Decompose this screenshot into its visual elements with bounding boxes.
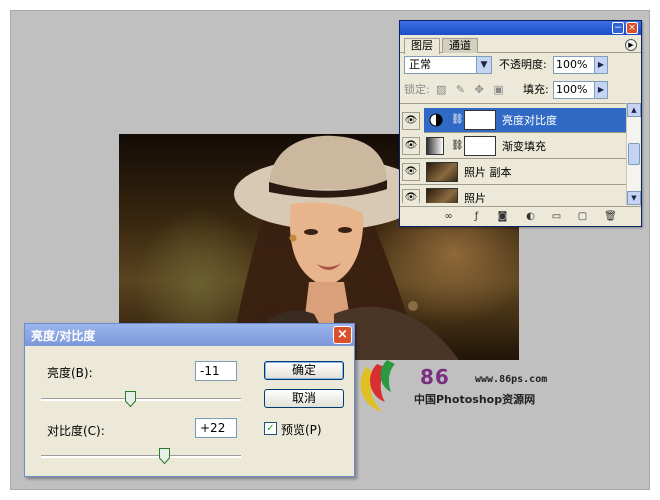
minimize-icon[interactable]: −	[612, 22, 624, 34]
watermark-logo	[360, 360, 395, 412]
lock-label: 锁定:	[404, 83, 430, 96]
fill-label: 填充:	[523, 83, 549, 96]
adjustment-layer-icon	[428, 112, 444, 128]
layer-name: 渐变填充	[502, 140, 546, 153]
link-layers-icon[interactable]: ∞	[442, 211, 455, 223]
dialog-titlebar[interactable]: 亮度/对比度 ×	[25, 324, 354, 346]
blend-mode-value: 正常	[409, 58, 431, 71]
layer-mask-thumbnail[interactable]	[464, 110, 496, 130]
watermark-text: 中国Photoshop资源网	[414, 393, 536, 406]
layer-row[interactable]: ⛓ 亮度对比度	[424, 108, 628, 133]
lock-options-icon[interactable]: ▨ ✎ ✥ ▣	[436, 83, 507, 96]
contrast-input[interactable]: +22	[195, 418, 237, 438]
new-adjustment-icon[interactable]: ◐	[524, 211, 537, 223]
layer-list: ⛓ 亮度对比度 👁 👁 ⛓ 渐变填充 👁 照片 副本 👁 照片	[400, 103, 628, 203]
layers-panel-tabs: 图层 通道 ▶	[400, 35, 641, 54]
scroll-thumb[interactable]	[628, 143, 640, 165]
brightness-slider-thumb[interactable]	[125, 391, 136, 407]
link-icon[interactable]: ⛓	[451, 114, 464, 125]
link-icon[interactable]: ⛓	[451, 140, 464, 151]
new-group-icon[interactable]: ▭	[550, 211, 563, 223]
preview-label[interactable]: 预览(P)	[281, 421, 322, 438]
brightness-label: 亮度(B):	[47, 366, 93, 380]
ok-button[interactable]: 确定	[264, 361, 344, 380]
scroll-down-icon[interactable]: ▼	[627, 191, 641, 205]
cancel-button[interactable]: 取消	[264, 389, 344, 408]
trash-icon[interactable]: 🗑	[604, 211, 617, 223]
layer-row[interactable]: 👁 照片 副本	[400, 160, 628, 185]
layer-name: 照片 副本	[464, 166, 512, 179]
layer-thumbnail	[426, 188, 458, 203]
contrast-slider-track[interactable]	[41, 455, 241, 458]
close-icon[interactable]: ×	[333, 326, 352, 344]
layer-mask-thumbnail[interactable]	[464, 136, 496, 156]
blend-mode-select[interactable]: 正常 ▼	[404, 56, 492, 74]
panel-menu-icon[interactable]: ▶	[625, 39, 637, 51]
opacity-input[interactable]: 100%	[553, 56, 595, 74]
tab-channels[interactable]: 通道	[442, 38, 478, 53]
layer-thumbnail	[426, 162, 458, 182]
gradient-layer-icon	[426, 137, 444, 155]
dialog-title: 亮度/对比度	[31, 329, 96, 343]
layer-name: 照片	[464, 192, 486, 203]
chevron-down-icon[interactable]: ▼	[476, 57, 491, 73]
brightness-slider-track[interactable]	[41, 398, 241, 401]
visibility-eye-icon[interactable]: 👁	[402, 189, 420, 203]
contrast-slider-thumb[interactable]	[159, 448, 170, 464]
visibility-eye-icon[interactable]: 👁	[402, 163, 420, 181]
scroll-up-icon[interactable]: ▲	[627, 103, 641, 117]
close-icon[interactable]: ×	[626, 22, 638, 34]
layers-panel-footer: ∞ ƒ ◙ ◐ ▭ ▢ 🗑	[400, 206, 641, 226]
preview-checkbox[interactable]: ✓	[264, 422, 277, 435]
layers-panel: − × 图层 通道 ▶ 正常 ▼ 不透明度: 100% ▶ 锁定: ▨ ✎ ✥ …	[399, 20, 642, 227]
watermark-url: www.86ps.com	[475, 374, 548, 385]
layer-style-icon[interactable]: ƒ	[470, 211, 483, 223]
fill-input[interactable]: 100%	[553, 81, 595, 99]
watermark-number: 86	[420, 365, 450, 389]
layer-name: 亮度对比度	[502, 114, 557, 127]
layer-row[interactable]: 👁 ⛓ 渐变填充	[400, 134, 628, 159]
fill-arrow-icon[interactable]: ▶	[594, 81, 608, 99]
visibility-eye-icon[interactable]: 👁	[402, 137, 420, 155]
opacity-arrow-icon[interactable]: ▶	[594, 56, 608, 74]
contrast-label: 对比度(C):	[47, 424, 105, 438]
opacity-label: 不透明度:	[499, 58, 547, 71]
layers-panel-titlebar[interactable]: − ×	[400, 21, 641, 35]
new-layer-icon[interactable]: ▢	[576, 211, 589, 223]
brightness-input[interactable]: -11	[195, 361, 237, 381]
layer-row[interactable]: 👁 照片	[400, 186, 628, 203]
brightness-contrast-dialog: 亮度/对比度 × 亮度(B): -11 对比度(C): +22 确定 取消 ✓ …	[24, 323, 355, 477]
layers-scrollbar[interactable]: ▲ ▼	[626, 103, 641, 205]
tab-layers[interactable]: 图层	[404, 38, 440, 54]
visibility-eye-icon[interactable]: 👁	[402, 112, 420, 130]
add-mask-icon[interactable]: ◙	[496, 211, 509, 223]
